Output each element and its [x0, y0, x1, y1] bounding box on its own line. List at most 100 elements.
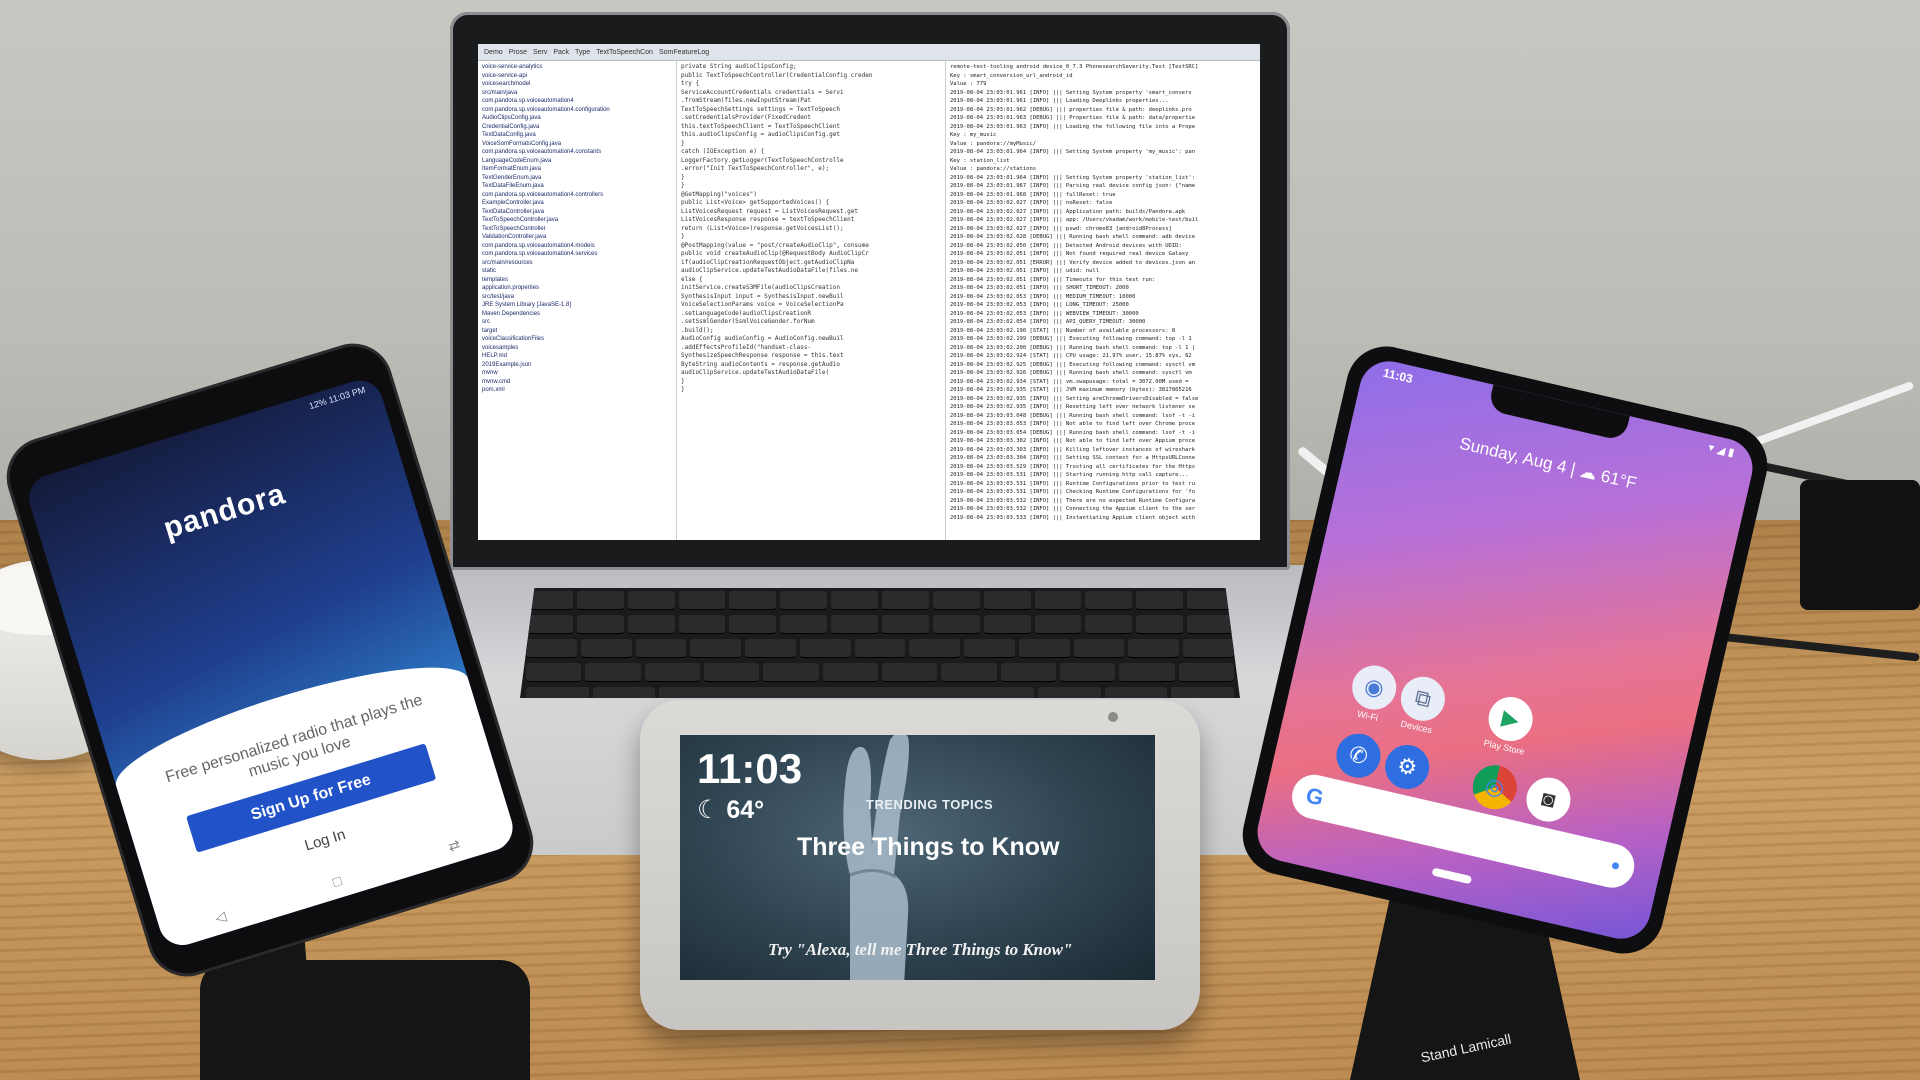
- ide-tab[interactable]: Type: [575, 49, 590, 56]
- ide-tab[interactable]: TextToSpeechCon: [596, 49, 653, 56]
- code-line: }: [681, 173, 685, 181]
- phone-icon[interactable]: ✆: [1332, 729, 1385, 783]
- log-line: 2019-08-04 23:03:02.935 [INFO] ||| Setti…: [950, 395, 1199, 402]
- log-line: 2019-08-04 23:03:03.532 [INFO] ||| Conne…: [950, 506, 1196, 512]
- headline: Three Things to Know: [797, 833, 1060, 861]
- code-line: @PostMapping(value = "post/createAudioCl…: [681, 241, 869, 249]
- package-tree-item: pom.xml: [482, 387, 505, 393]
- log-line: 2019-08-04 23:03:01.964 [INFO] ||| Setti…: [950, 149, 1196, 155]
- log-line: 2019-08-04 23:03:02.199 [DEBUG] ||| Exec…: [950, 336, 1192, 342]
- log-line: 2019-08-04 23:03:03.531 [INFO] ||| Start…: [950, 472, 1189, 478]
- log-line: 2019-08-04 23:03:03.529 [INFO] ||| Trust…: [950, 463, 1196, 470]
- log-line: 2019-08-04 23:03:02.935 [STAT] ||| JVM m…: [950, 387, 1192, 393]
- home-gesture-pill[interactable]: [1431, 867, 1473, 885]
- devices-icon[interactable]: ⧉: [1396, 672, 1450, 726]
- log-line: 2019-08-04 23:03:02.051 [INFO] ||| SHORT…: [950, 285, 1129, 291]
- package-explorer[interactable]: voice-service-analytics voice-service-api…: [478, 61, 677, 540]
- package-tree-item: voiceClassificationFiles: [482, 336, 545, 342]
- log-line: 2019-08-04 23:03:02.051 [ERROR] ||| Veri…: [950, 259, 1196, 266]
- log-line: Value : pandora://myMusic/: [950, 140, 1037, 147]
- log-line: 2019-08-04 23:03:02.051 [INFO] ||| Timeo…: [950, 276, 1156, 283]
- code-editor[interactable]: private String audioClipsConfig; public T…: [677, 61, 946, 540]
- package-tree-item: com.pandora.sp.voiceautomation4.configur…: [482, 106, 610, 113]
- package-tree-item: JRE System Library [JavaSE-1.8]: [482, 302, 572, 308]
- camera-icon[interactable]: ◙: [1522, 773, 1575, 826]
- package-tree-item: 2019Example.json: [482, 361, 532, 368]
- package-tree-item: HELP.md: [482, 353, 507, 359]
- mic-icon[interactable]: ●: [1609, 857, 1622, 877]
- package-tree-item: TextToSpeechController.java: [482, 217, 559, 223]
- package-tree-item: application.properties: [482, 285, 540, 291]
- laptop-keyboard: [520, 588, 1240, 698]
- charger-box: [1800, 480, 1920, 610]
- code-line: audioClipService.updateTestAudioDataFile…: [681, 267, 859, 274]
- log-line: 2019-08-04 23:03:02.051 [INFO] ||| udid:…: [950, 268, 1100, 274]
- log-line: 2019-08-04 23:03:03.302 [INFO] ||| Not a…: [950, 438, 1196, 444]
- log-line: 2019-08-04 23:03:02.054 [INFO] ||| API_Q…: [950, 319, 1146, 325]
- code-line: TextToSpeechSettings settings = TextToSp…: [681, 105, 840, 113]
- recents-icon[interactable]: ⇄: [446, 836, 462, 856]
- code-line: }: [681, 377, 685, 385]
- log-line: 2019-08-04 23:03:01.964 [INFO] ||| Setti…: [950, 174, 1196, 181]
- home-icon[interactable]: □: [331, 872, 344, 891]
- log-line: 2019-08-04 23:03:03.048 [DEBUG] ||| Runn…: [950, 412, 1196, 419]
- log-line: 2019-08-04 23:03:02.934 [STAT] ||| vm.sw…: [950, 378, 1189, 385]
- package-tree-item: target: [482, 327, 498, 334]
- code-line: .error("Init TextToSpeechController", e)…: [681, 165, 830, 172]
- log-line: 2019-08-04 23:03:03.531 [INFO] ||| Runti…: [950, 480, 1196, 487]
- camera-lens-icon: [1108, 712, 1118, 722]
- ide-tab[interactable]: SomFeatureLog: [659, 49, 709, 56]
- ide-tab[interactable]: Demo: [484, 49, 503, 56]
- code-line: }: [681, 139, 685, 147]
- package-tree-item: LanguageCodeEnum.java: [482, 157, 552, 164]
- log-line: 2019-08-04 23:03:03.531 [INFO] ||| Check…: [950, 489, 1196, 495]
- package-tree-item: src/main/resources: [482, 259, 533, 266]
- code-line: .setLanguageCode(audioClipsCreationR: [681, 309, 812, 317]
- log-line: 2019-08-04 23:03:01.962 [DEBUG] ||| prop…: [950, 106, 1192, 113]
- code-line: this.audioClipsConfig = audioClipsConfig…: [681, 131, 840, 138]
- code-line: @GetMapping("voices"): [681, 190, 757, 198]
- code-line: AudioConfig audioConfig = AudioConfig.ne…: [681, 335, 844, 342]
- wifi-icon[interactable]: ◉: [1347, 661, 1401, 714]
- ide-tab[interactable]: Pack: [553, 49, 569, 56]
- package-tree-item: com.pandora.sp.voiceautomation4.constant…: [482, 149, 602, 155]
- package-tree-item: src/test/java: [482, 293, 515, 300]
- package-tree-item: Maven Dependencies: [482, 310, 541, 317]
- code-line: .setCredentialsProvider(FixedCredent: [681, 114, 812, 121]
- code-line: LoggerFactory.getLogger(TextToSpeechCont…: [681, 156, 844, 164]
- log-line: 2019-08-04 23:03:02.027 [INFO] ||| noRes…: [950, 200, 1113, 206]
- log-line: 2019-08-04 23:03:03.304 [INFO] ||| Setti…: [950, 455, 1196, 461]
- code-line: }: [681, 386, 685, 393]
- temperature-value: 64°: [726, 796, 765, 824]
- ide-tab[interactable]: Prose: [509, 49, 527, 56]
- date-weather-widget[interactable]: Sunday, Aug 4 | ☁ 61°F: [1350, 409, 1746, 519]
- log-line: 2019-08-04 23:03:03.053 [INFO] ||| Not a…: [950, 421, 1196, 427]
- chrome-icon[interactable]: ◎: [1468, 760, 1522, 814]
- log-line: 2019-08-04 23:03:01.961 [INFO] ||| Loadi…: [950, 98, 1169, 104]
- settings-icon[interactable]: ⚙: [1380, 740, 1434, 794]
- code-line: this.textToSpeechClient = TextToSpeechCl…: [681, 122, 840, 130]
- package-tree-item: VoiceSomFormatsConfig.java: [482, 140, 562, 147]
- log-line: 2019-08-04 23:03:02.027 [INFO] ||| Appli…: [950, 208, 1186, 215]
- package-tree-item: ExampleController.java: [482, 200, 544, 206]
- package-tree-item: src/main/java: [482, 89, 518, 96]
- package-tree-item: com.pandora.sp.voiceautomation4.controll…: [482, 191, 604, 198]
- log-line: 2019-08-04 23:03:02.053 [INFO] ||| WEBVI…: [950, 310, 1139, 317]
- back-icon[interactable]: ◁: [213, 907, 228, 926]
- log-line: Key : smart_conversion_url_android_id: [950, 72, 1073, 79]
- echo-show-screen[interactable]: 11:03 ☾ 64° TRENDING TOPICS Three Things…: [680, 735, 1155, 980]
- log-line: 2019-08-04 23:03:02.200 [DEBUG] ||| Runn…: [950, 344, 1196, 351]
- log-line: Key : my_music: [950, 132, 997, 138]
- log-line: 2019-08-04 23:03:01.963 [DEBUG] ||| Prop…: [950, 115, 1196, 121]
- log-line: 2019-08-04 23:03:02.926 [DEBUG] ||| Runn…: [950, 370, 1192, 376]
- status-icons: ▾ ◢ ▮: [1707, 441, 1736, 460]
- package-tree-item: CredentialConfig.java: [482, 123, 540, 130]
- console-log[interactable]: remote-test-tooling android device_0_7.3…: [946, 61, 1260, 540]
- package-tree-item: src: [482, 319, 490, 325]
- play-store-icon[interactable]: ▶: [1484, 692, 1538, 746]
- ide-tab[interactable]: Serv: [533, 49, 547, 56]
- clock-time: 11:03: [697, 745, 803, 792]
- package-tree-item: AudioClipsConfig.java: [482, 115, 541, 121]
- status-time: 11:03: [1381, 365, 1415, 387]
- log-line: 2019-08-04 23:03:01.961 [INFO] ||| Setti…: [950, 89, 1192, 96]
